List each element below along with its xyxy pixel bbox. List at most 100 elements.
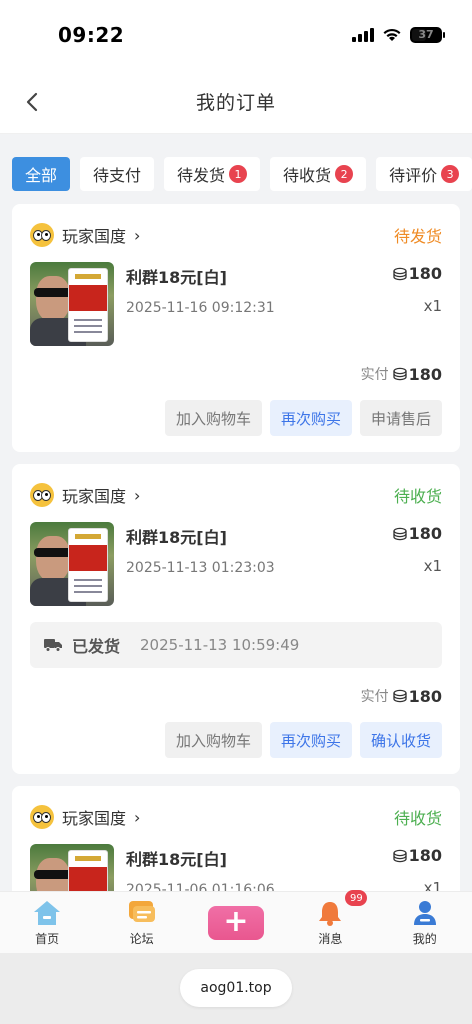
tab-forum-label: 论坛	[129, 932, 154, 946]
shipping-info[interactable]: 已发货 2025-11-13 10:59:49	[30, 622, 442, 668]
shop-avatar	[30, 483, 54, 507]
paid-label: 实付	[360, 689, 389, 705]
tab-messages-label: 消息	[318, 932, 343, 946]
add-to-cart-button[interactable]: 加入购物车	[164, 400, 262, 436]
coin-icon	[392, 527, 407, 540]
buy-again-button[interactable]: 再次购买	[269, 722, 352, 758]
publish-button[interactable]: +	[200, 905, 272, 940]
order-header: 玩家国度 › 待收货	[30, 804, 442, 830]
tab-badge: 1	[229, 165, 248, 183]
tab-pending-payment[interactable]: 待支付	[80, 157, 155, 191]
order-card[interactable]: 玩家国度 › 待收货 利群18元[白] 2025-11-13 01:23:03 …	[12, 464, 460, 774]
chevron-right-icon: ›	[134, 485, 141, 505]
paid-row: 实付 180	[30, 686, 442, 706]
messages-badge: 99	[345, 890, 368, 906]
tab-badge: 3	[441, 165, 460, 183]
paid-row: 实付 180	[30, 364, 442, 384]
shop-link[interactable]: 玩家国度 ›	[30, 223, 140, 247]
status-bar: 09:22 37	[0, 0, 472, 70]
tab-label: 待支付	[93, 166, 142, 185]
home-icon	[34, 901, 61, 925]
shop-name: 玩家国度	[62, 227, 127, 246]
paid-amount: 180	[392, 364, 442, 384]
chevron-right-icon: ›	[134, 807, 141, 827]
order-status: 待发货	[393, 227, 442, 246]
add-to-cart-button[interactable]: 加入购物车	[164, 722, 262, 758]
tab-pending-review[interactable]: 待评价 3	[376, 157, 472, 191]
product-price: 180	[392, 846, 442, 865]
plus-icon: +	[207, 905, 264, 940]
buy-again-button[interactable]: 再次购买	[269, 400, 352, 436]
order-status: 待收货	[393, 809, 442, 828]
forum-icon	[128, 901, 155, 922]
tab-pending-receipt[interactable]: 待收货 2	[270, 157, 367, 191]
confirm-receipt-button[interactable]: 确认收货	[359, 722, 442, 758]
order-status: 待收货	[393, 487, 442, 506]
bottom-tab-bar: 首页 论坛 + 99 消息 我的	[0, 890, 472, 953]
shop-name: 玩家国度	[62, 809, 127, 828]
product-image	[30, 262, 114, 346]
paid-value: 180	[408, 364, 442, 384]
product-image	[30, 522, 114, 606]
tab-mine[interactable]: 我的	[389, 898, 461, 947]
order-item[interactable]: 利群18元[白] 2025-11-13 01:23:03 180 x1	[30, 522, 442, 606]
quantity: x1	[423, 297, 442, 315]
order-actions: 加入购物车 再次购买 申请售后	[30, 400, 442, 436]
nav-bar: 我的订单	[0, 70, 472, 134]
chevron-right-icon: ›	[134, 225, 141, 245]
shop-avatar	[30, 223, 54, 247]
tab-forum[interactable]: 论坛	[106, 898, 178, 947]
battery-level: 37	[418, 28, 434, 41]
product-price: 180	[392, 264, 442, 283]
paid-amount: 180	[392, 686, 442, 706]
order-actions: 加入购物车 再次购买 确认收货	[30, 722, 442, 758]
price-value: 180	[408, 524, 442, 543]
chevron-left-icon	[26, 92, 38, 112]
order-list: 玩家国度 › 待发货 利群18元[白] 2025-11-16 09:12:31 …	[12, 204, 460, 956]
tab-all[interactable]: 全部	[12, 157, 71, 191]
order-header: 玩家国度 › 待发货	[30, 222, 442, 248]
shipping-status: 已发货	[72, 637, 121, 656]
request-after-sales-button[interactable]: 申请售后	[359, 400, 442, 436]
tab-badge: 2	[335, 165, 354, 183]
status-time: 09:22	[58, 23, 125, 47]
url-field[interactable]: aog01.top	[180, 969, 292, 1007]
coin-icon	[392, 367, 407, 381]
paid-value: 180	[408, 686, 442, 706]
order-tabs: 全部 待支付 待发货 1 待收货 2 待评价 3	[12, 157, 472, 191]
shop-link[interactable]: 玩家国度 ›	[30, 483, 140, 507]
coin-icon	[392, 267, 407, 280]
shop-avatar	[30, 805, 54, 829]
order-header: 玩家国度 › 待收货	[30, 482, 442, 508]
back-button[interactable]	[16, 86, 48, 118]
tab-label: 待评价	[389, 166, 438, 185]
paid-label: 实付	[360, 367, 389, 383]
tab-label: 待发货	[177, 166, 226, 185]
status-icons: 37	[352, 27, 445, 43]
truck-icon	[44, 639, 62, 652]
shop-link[interactable]: 玩家国度 ›	[30, 805, 140, 829]
tab-mine-label: 我的	[412, 932, 437, 946]
browser-bar: aog01.top	[0, 953, 472, 1024]
order-card[interactable]: 玩家国度 › 待发货 利群18元[白] 2025-11-16 09:12:31 …	[12, 204, 460, 452]
tab-pending-shipment[interactable]: 待发货 1	[164, 157, 261, 191]
tab-label: 全部	[25, 166, 58, 185]
tab-label: 待收货	[283, 166, 332, 185]
page-title: 我的订单	[195, 92, 276, 114]
battery-icon: 37	[410, 27, 445, 43]
coin-icon	[392, 849, 407, 862]
shop-name: 玩家国度	[62, 487, 127, 506]
shipping-time: 2025-11-13 10:59:49	[140, 636, 300, 654]
order-item[interactable]: 利群18元[白] 2025-11-16 09:12:31 180 x1	[30, 262, 442, 346]
wifi-icon	[383, 28, 401, 41]
tab-home-label: 首页	[35, 932, 60, 946]
product-price: 180	[392, 524, 442, 543]
signal-icon	[352, 28, 374, 42]
tab-messages[interactable]: 99 消息	[294, 890, 368, 947]
quantity: x1	[423, 557, 442, 575]
bell-icon	[319, 902, 342, 926]
coin-icon	[392, 689, 407, 703]
price-value: 180	[408, 264, 442, 283]
tab-home[interactable]: 首页	[11, 898, 83, 947]
price-value: 180	[408, 846, 442, 865]
